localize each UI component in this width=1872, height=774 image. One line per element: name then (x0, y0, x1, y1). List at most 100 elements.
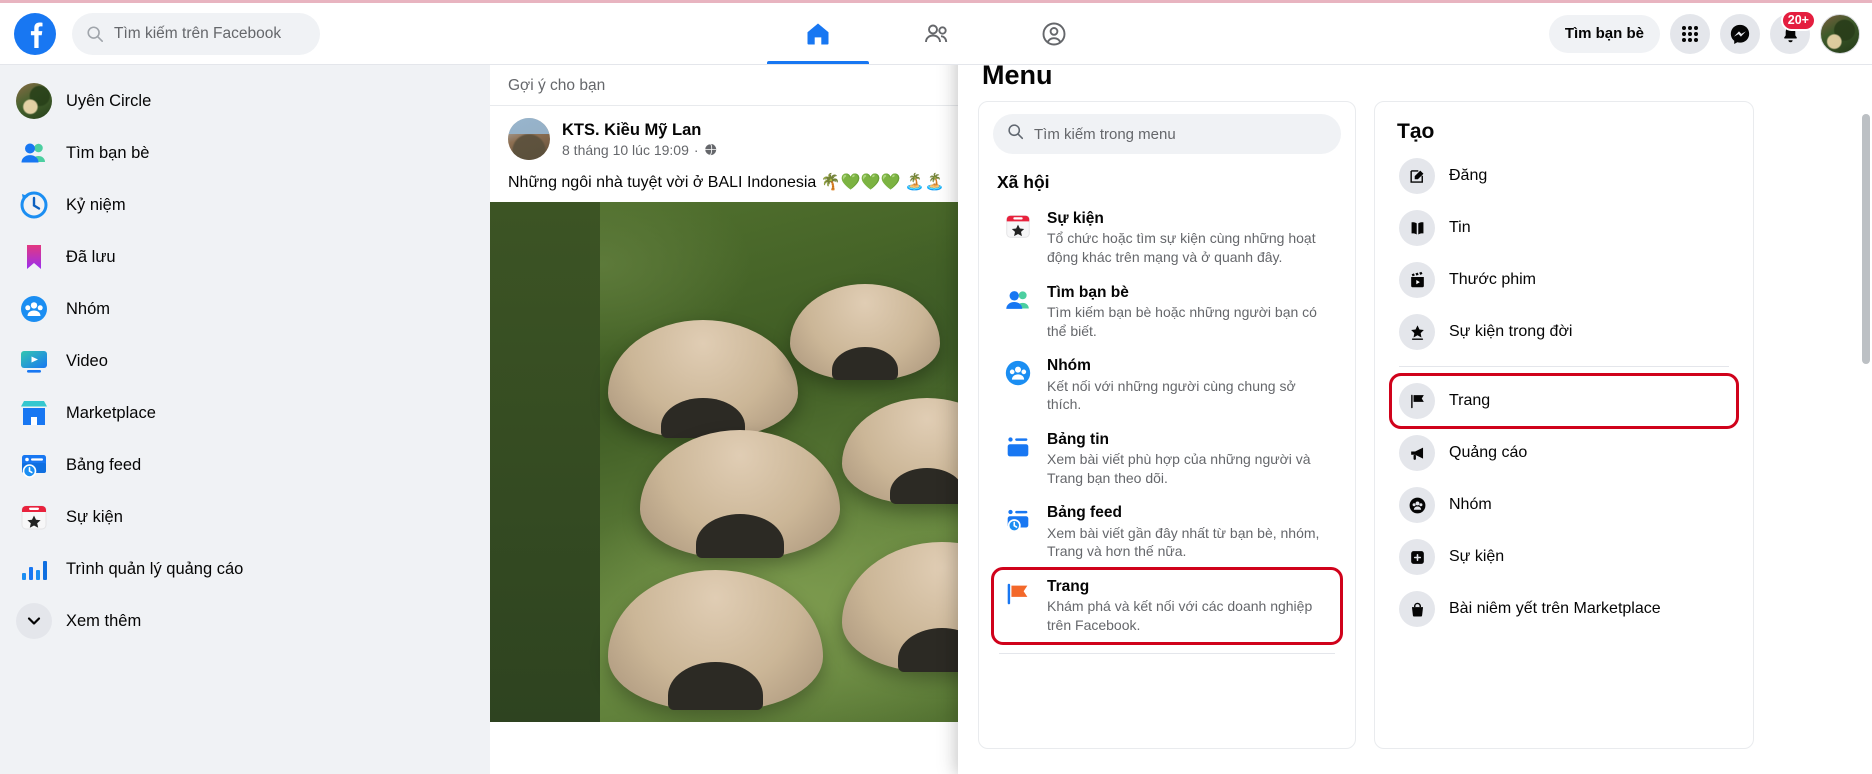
menu-item-desc: Khám phá và kết nối với các doanh nghiệp… (1047, 598, 1313, 633)
messenger-icon[interactable] (1720, 13, 1760, 54)
friends-icon (16, 135, 52, 171)
create-item-post[interactable]: Đăng (1391, 150, 1737, 202)
menu-item-feeds[interactable]: Bảng feed Xem bài viết gần đây nhất từ b… (993, 495, 1341, 569)
create-item-label: Bài niêm yết trên Marketplace (1449, 600, 1661, 618)
apps-grid-icon[interactable] (1670, 13, 1710, 54)
sidebar-item-video[interactable]: Video (8, 335, 464, 387)
video-icon (16, 343, 52, 379)
sidebar-item-label: Video (66, 351, 108, 370)
menu-item-desc: Tìm kiếm bạn bè hoặc những người bạn có … (1047, 303, 1317, 339)
event-plus-icon (1399, 539, 1435, 575)
create-item-reel[interactable]: Thước phim (1391, 254, 1737, 306)
chevron-down-icon (16, 603, 52, 639)
create-item-event[interactable]: Sự kiện (1391, 531, 1737, 583)
create-item-label: Nhóm (1449, 496, 1492, 514)
pages-flag-icon (1399, 383, 1435, 419)
sidebar-item-see-more[interactable]: Xem thêm (8, 595, 464, 647)
menu-item-name: Trang (1047, 577, 1090, 595)
menu-item-events[interactable]: Sự kiện Tổ chức hoặc tìm sự kiện cùng nh… (993, 201, 1341, 275)
search-placeholder: Tìm kiếm trên Facebook (114, 24, 282, 42)
sidebar-item-label: Xem thêm (66, 611, 142, 630)
pages-flag-icon (1001, 577, 1035, 611)
find-friends-button[interactable]: Tìm bạn bè (1548, 14, 1660, 53)
avatar[interactable] (1820, 13, 1860, 54)
sidebar-item-saved[interactable]: Đã lưu (8, 231, 464, 283)
sidebar-item-ads-manager[interactable]: Trình quản lý quảng cáo (8, 543, 464, 595)
search-icon (1007, 123, 1024, 145)
groups-icon (16, 291, 52, 327)
sidebar-item-marketplace[interactable]: Marketplace (8, 387, 464, 439)
groups-icon (1001, 356, 1035, 390)
tab-profile[interactable] (995, 3, 1113, 64)
sidebar-item-label: Trình quản lý quảng cáo (66, 559, 244, 578)
saved-bookmark-icon (16, 239, 52, 275)
post-author-avatar[interactable] (508, 118, 550, 160)
create-item-label: Quảng cáo (1449, 444, 1528, 462)
create-item-label: Thước phim (1449, 271, 1536, 289)
events-calendar-icon (16, 499, 52, 535)
menu-search-input[interactable]: Tìm kiếm trong menu (993, 114, 1341, 154)
sidebar-item-label: Uyên Circle (66, 91, 152, 110)
group-create-icon (1399, 487, 1435, 523)
facebook-logo-icon[interactable] (14, 12, 56, 55)
create-item-story[interactable]: Tin (1391, 202, 1737, 254)
tab-home[interactable] (759, 3, 877, 64)
sidebar-item-feeds[interactable]: Bảng feed (8, 439, 464, 491)
post-author-name[interactable]: KTS. Kiều Mỹ Lan (562, 121, 717, 140)
post-meta-separator: · (693, 141, 699, 158)
post-image[interactable] (490, 202, 958, 722)
feeds-icon (16, 447, 52, 483)
events-calendar-icon (1001, 209, 1035, 243)
sidebar-item-profile[interactable]: Uyên Circle (8, 75, 464, 127)
topbar-right-actions: Tìm bạn bè 20+ (1548, 3, 1860, 64)
bell-icon[interactable]: 20+ (1770, 9, 1816, 54)
menu-item-name: Nhóm (1047, 357, 1091, 375)
menu-item-news-feed[interactable]: Bảng tin Xem bài viết phù hợp của những … (993, 422, 1341, 496)
sidebar-item-friends[interactable]: Tìm bạn bè (8, 127, 464, 179)
menu-item-desc: Tổ chức hoặc tìm sự kiện cùng những hoạt… (1047, 230, 1316, 265)
search-icon (86, 25, 104, 43)
marketplace-icon (16, 395, 52, 431)
post-timestamp: 8 tháng 10 lúc 19:09 (562, 141, 689, 158)
create-item-label: Tin (1449, 219, 1471, 237)
sidebar-item-memories[interactable]: Kỷ niệm (8, 179, 464, 231)
friends-icon (1001, 283, 1035, 317)
create-item-group[interactable]: Nhóm (1391, 479, 1737, 531)
menu-item-desc: Xem bài viết gần đây nhất từ bạn bè, nhó… (1047, 524, 1320, 560)
dome-hut (842, 542, 958, 672)
search-input[interactable]: Tìm kiếm trên Facebook (72, 12, 320, 55)
menu-scrollbar[interactable] (1862, 114, 1870, 364)
reels-clapper-icon (1399, 262, 1435, 298)
create-item-page[interactable]: Trang (1389, 373, 1739, 429)
create-divider (1399, 366, 1729, 367)
menu-item-groups[interactable]: Nhóm Kết nối với những người cùng chung … (993, 348, 1341, 422)
compose-post-icon (1399, 158, 1435, 194)
dome-hut (842, 398, 958, 504)
dome-hut (790, 284, 940, 380)
post-header: KTS. Kiều Mỹ Lan 8 tháng 10 lúc 19:09 · (490, 106, 958, 166)
dome-hut (608, 320, 798, 438)
sidebar-item-label: Nhóm (66, 299, 111, 318)
create-item-label: Đăng (1449, 167, 1488, 185)
life-event-star-icon (1399, 314, 1435, 350)
create-item-marketplace-listing[interactable]: Bài niêm yết trên Marketplace (1391, 583, 1737, 635)
dome-hut (608, 570, 823, 710)
menu-item-pages[interactable]: Trang Khám phá và kết nối với các doanh … (991, 566, 1343, 645)
sidebar-item-events[interactable]: Sự kiện (8, 491, 464, 543)
dome-hut (640, 430, 840, 558)
feeds-icon (1001, 503, 1035, 537)
main-nav-tabs (759, 3, 1113, 64)
sidebar-item-label: Đã lưu (66, 247, 116, 266)
tab-friends[interactable] (877, 3, 995, 64)
sidebar-item-label: Sự kiện (66, 507, 123, 526)
suggested-for-you-label: Gợi ý cho bạn (490, 65, 958, 106)
create-item-life-event[interactable]: Sự kiện trong đời (1391, 306, 1737, 358)
sidebar-item-groups[interactable]: Nhóm (8, 283, 464, 335)
menu-item-find-friends[interactable]: Tìm bạn bè Tìm kiếm bạn bè hoặc những ng… (993, 275, 1341, 349)
memories-clock-icon (16, 187, 52, 223)
ads-manager-icon (16, 551, 52, 587)
top-navigation-bar: Tìm kiếm trên Facebook Tìm bạn bè 20+ (0, 3, 1872, 65)
menu-search-placeholder: Tìm kiếm trong menu (1034, 125, 1176, 143)
create-item-ad[interactable]: Quảng cáo (1391, 427, 1737, 479)
create-item-label: Trang (1449, 392, 1491, 410)
